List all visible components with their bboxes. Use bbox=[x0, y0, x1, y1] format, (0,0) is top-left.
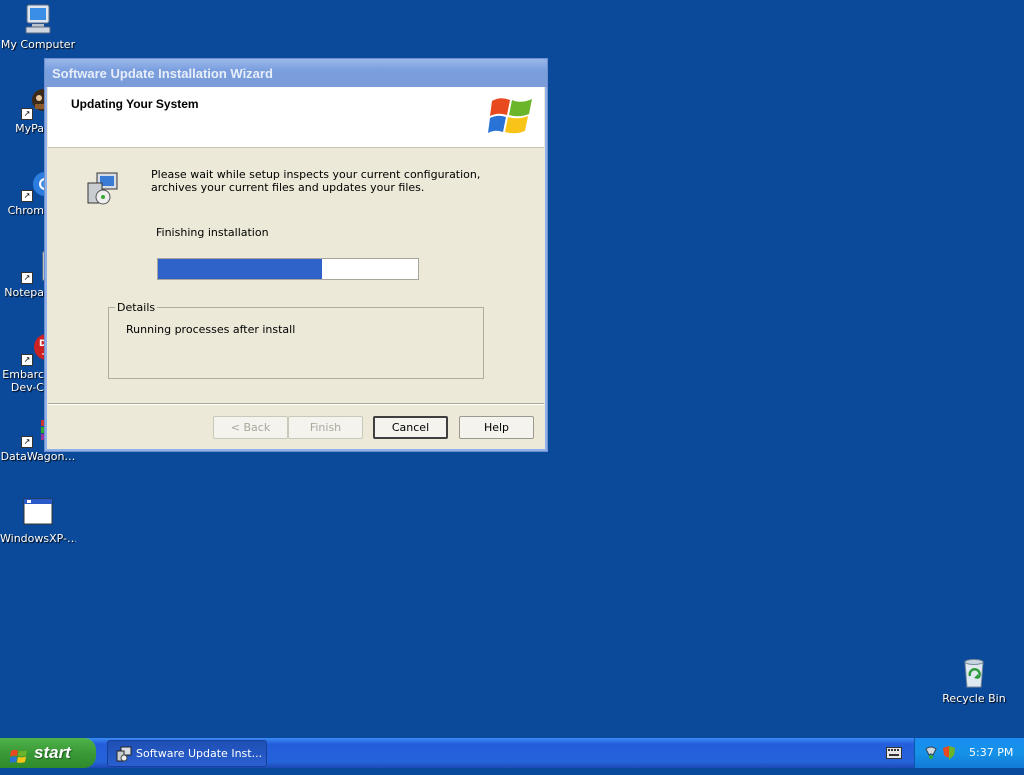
desktop-icon-label: Recycle Bin bbox=[942, 692, 1006, 705]
network-icon[interactable] bbox=[923, 745, 939, 764]
security-shield-icon[interactable] bbox=[941, 745, 957, 764]
recycle-bin-icon bbox=[957, 656, 991, 690]
shortcut-arrow-icon: ↗ bbox=[21, 108, 33, 120]
progress-bar bbox=[157, 258, 419, 280]
shortcut-arrow-icon: ↗ bbox=[21, 190, 33, 202]
cancel-button[interactable]: Cancel bbox=[373, 416, 448, 439]
my-computer-icon bbox=[21, 2, 55, 36]
start-label: start bbox=[34, 743, 71, 762]
header-title: Updating Your System bbox=[71, 97, 199, 111]
taskbar-item-label: Software Update Inst... bbox=[136, 747, 263, 760]
details-label: Details bbox=[115, 301, 158, 314]
divider bbox=[48, 403, 544, 405]
setup-computer-icon bbox=[85, 171, 121, 210]
window-app-icon bbox=[21, 496, 55, 530]
start-button[interactable]: start bbox=[0, 738, 96, 768]
windows-logo-icon bbox=[488, 93, 536, 144]
installation-wizard-dialog: Software Update Installation Wizard Upda… bbox=[44, 58, 548, 452]
back-button[interactable]: < Back bbox=[213, 416, 288, 439]
status-text: Finishing installation bbox=[156, 226, 269, 239]
shortcut-arrow-icon: ↗ bbox=[21, 354, 33, 366]
dialog-title[interactable]: Software Update Installation Wizard bbox=[45, 59, 547, 87]
shortcut-arrow-icon: ↗ bbox=[21, 436, 33, 448]
details-groupbox: Details Running processes after install bbox=[108, 301, 484, 379]
shortcut-arrow-icon: ↗ bbox=[21, 272, 33, 284]
help-button[interactable]: Help bbox=[459, 416, 534, 439]
dialog-header: Updating Your System bbox=[48, 87, 544, 148]
desktop-icon-windowsxp[interactable]: WindowsXP-… bbox=[0, 496, 76, 545]
desktop-icon-label: WindowsXP-… bbox=[0, 532, 76, 545]
details-text: Running processes after install bbox=[126, 323, 296, 336]
system-tray: 5:37 PM bbox=[914, 738, 1024, 768]
setup-app-icon bbox=[116, 746, 132, 766]
taskbar: start Software Update Inst... 5:37 PM bbox=[0, 738, 1024, 768]
desktop-icon-label: My Computer bbox=[0, 38, 76, 51]
progress-fill bbox=[158, 259, 322, 279]
windows-flag-icon bbox=[9, 745, 28, 775]
keyboard-icon[interactable] bbox=[886, 747, 902, 762]
desktop-icon-my-computer[interactable]: My Computer bbox=[0, 2, 76, 51]
desktop-icon-recycle-bin[interactable]: Recycle Bin bbox=[936, 656, 1012, 705]
taskbar-item-installer[interactable]: Software Update Inst... bbox=[107, 740, 267, 767]
instructions-text: Please wait while setup inspects your cu… bbox=[151, 168, 481, 194]
finish-button[interactable]: Finish bbox=[288, 416, 363, 439]
clock[interactable]: 5:37 PM bbox=[969, 738, 1013, 768]
